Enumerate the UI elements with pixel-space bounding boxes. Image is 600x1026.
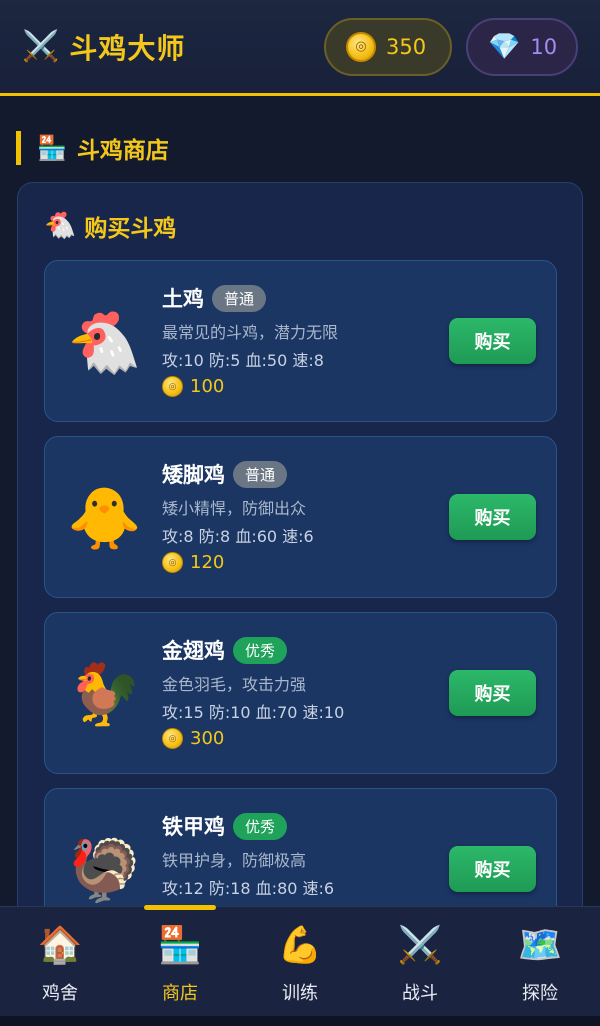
top-bar: ⚔️ 斗鸡大师 ◎ 350 💎 10 xyxy=(0,0,600,96)
nav-label: 战斗 xyxy=(402,983,438,1004)
turkey-icon: 🦃 xyxy=(67,836,142,906)
gem-counter[interactable]: 💎 10 xyxy=(466,17,578,76)
gem-amount: 10 xyxy=(530,34,558,59)
item-name-row: 铁甲鸡 优秀 xyxy=(162,811,288,841)
item-price: ◎ 300 xyxy=(162,728,224,749)
item-name: 矮脚鸡 xyxy=(162,463,225,487)
chick-icon: 🐥 xyxy=(67,484,142,554)
nav-item-battle[interactable]: ⚔️ 战斗 xyxy=(360,907,480,1017)
gold-counter[interactable]: ◎ 350 xyxy=(324,17,452,76)
gold-coin-icon: ◎ xyxy=(162,552,183,573)
buy-button[interactable]: 购买 xyxy=(449,670,536,716)
shop-heading: 🐔 购买斗鸡 xyxy=(44,209,176,243)
currency-bar: ◎ 350 💎 10 xyxy=(324,17,578,76)
item-stats: 攻:8 防:8 血:60 速:6 xyxy=(162,527,314,546)
gem-icon: 💎 xyxy=(488,31,521,62)
rarity-badge: 优秀 xyxy=(233,812,288,840)
item-name: 金翅鸡 xyxy=(162,639,225,663)
bottom-strip xyxy=(0,1016,600,1026)
app-title: ⚔️ 斗鸡大师 xyxy=(22,27,185,67)
item-stats: 攻:12 防:18 血:80 速:6 xyxy=(162,879,335,898)
shop-item-card: 🐔 土鸡 普通 最常见的斗鸡，潜力无限 攻:10 防:5 血:50 速:8 ◎ … xyxy=(44,260,557,422)
nav-item-shop[interactable]: 🏪 商店 xyxy=(120,905,240,1017)
buy-button[interactable]: 购买 xyxy=(449,494,536,540)
rarity-badge: 普通 xyxy=(233,460,288,488)
item-name-row: 矮脚鸡 普通 xyxy=(162,459,288,489)
shop-panel: 🐔 购买斗鸡 🐔 土鸡 普通 最常见的斗鸡，潜力无限 攻:10 防:5 血:50… xyxy=(17,182,583,950)
buy-button[interactable]: 购买 xyxy=(449,846,536,892)
store-icon: 🏪 xyxy=(157,925,203,966)
flexed-bicep-icon: 💪 xyxy=(277,925,323,966)
item-price: ◎ 100 xyxy=(162,376,224,397)
nav-label: 训练 xyxy=(282,983,318,1004)
nav-label: 商店 xyxy=(162,983,198,1004)
hen-icon: 🐔 xyxy=(44,211,77,241)
house-icon: 🏠 xyxy=(37,925,83,966)
bottom-nav: 🏠 鸡舍 🏪 商店 💪 训练 ⚔️ 战斗 🗺️ 探险 xyxy=(0,905,600,1017)
item-description: 矮小精悍，防御出众 xyxy=(162,499,307,518)
item-name: 铁甲鸡 xyxy=(162,815,225,839)
chicken-icon: 🐔 xyxy=(67,308,142,378)
store-icon: 🏪 xyxy=(37,134,67,162)
nav-item-training[interactable]: 💪 训练 xyxy=(240,907,360,1017)
item-stats: 攻:15 防:10 血:70 速:10 xyxy=(162,703,345,722)
crossed-swords-icon: ⚔️ xyxy=(397,925,443,966)
item-name: 土鸡 xyxy=(162,287,204,311)
nav-label: 探险 xyxy=(522,983,558,1004)
gold-coin-icon: ◎ xyxy=(162,728,183,749)
rarity-badge: 优秀 xyxy=(233,636,288,664)
item-stats: 攻:10 防:5 血:50 速:8 xyxy=(162,351,324,370)
item-description: 铁甲护身，防御极高 xyxy=(162,851,307,870)
shop-item-card: 🐓 金翅鸡 优秀 金色羽毛，攻击力强 攻:15 防:10 血:70 速:10 ◎… xyxy=(44,612,557,774)
gold-coin-icon: ◎ xyxy=(162,376,183,397)
price-value: 100 xyxy=(190,376,225,397)
nav-label: 鸡舍 xyxy=(42,983,78,1004)
price-value: 120 xyxy=(190,552,225,573)
price-value: 300 xyxy=(190,728,225,749)
gold-amount: 350 xyxy=(386,34,427,59)
gold-coin-icon: ◎ xyxy=(346,31,376,62)
nav-item-explore[interactable]: 🗺️ 探险 xyxy=(480,907,600,1017)
item-description: 最常见的斗鸡，潜力无限 xyxy=(162,323,339,342)
nav-item-coop[interactable]: 🏠 鸡舍 xyxy=(0,907,120,1017)
shop-item-card: 🐥 矮脚鸡 普通 矮小精悍，防御出众 攻:8 防:8 血:60 速:6 ◎ 12… xyxy=(44,436,557,598)
item-name-row: 土鸡 普通 xyxy=(162,283,267,313)
item-price: ◎ 120 xyxy=(162,552,224,573)
shop-heading-text: 购买斗鸡 xyxy=(84,216,177,242)
item-name-row: 金翅鸡 优秀 xyxy=(162,635,288,665)
crossed-swords-icon: ⚔️ xyxy=(22,28,60,64)
rooster-icon: 🐓 xyxy=(67,660,142,730)
app-title-text: 斗鸡大师 xyxy=(69,31,186,65)
item-description: 金色羽毛，攻击力强 xyxy=(162,675,307,694)
section-title: 🏪 斗鸡商店 xyxy=(16,131,169,165)
section-title-text: 斗鸡商店 xyxy=(76,138,169,164)
rarity-badge: 普通 xyxy=(212,284,267,312)
world-map-icon: 🗺️ xyxy=(517,925,563,966)
buy-button[interactable]: 购买 xyxy=(449,318,536,364)
